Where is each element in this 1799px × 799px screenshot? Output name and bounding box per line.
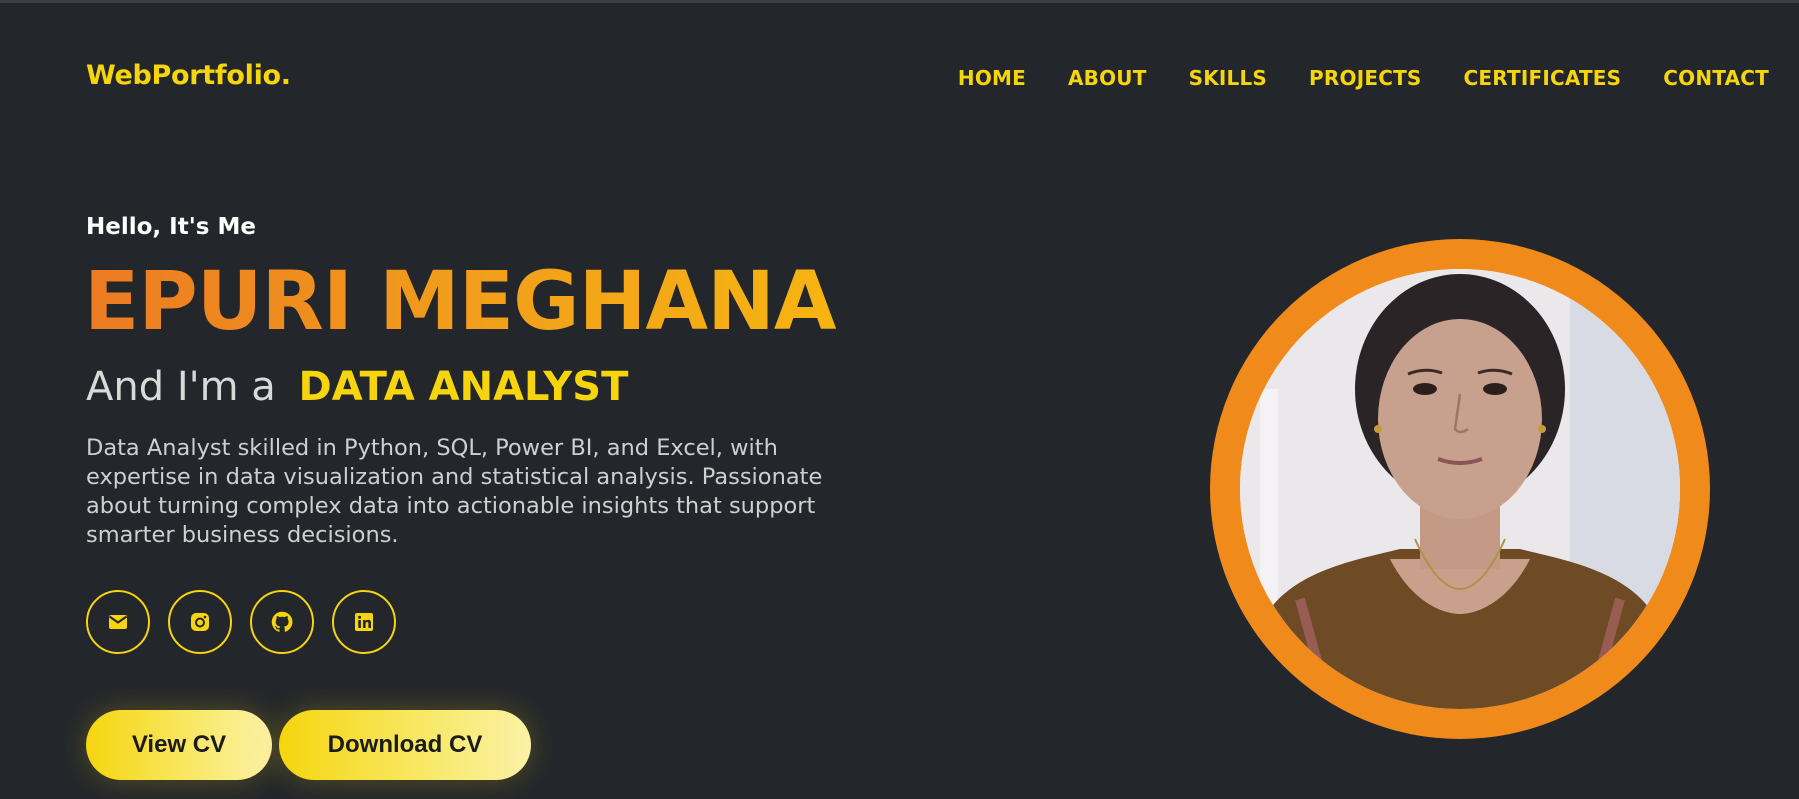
linkedin-icon xyxy=(355,613,373,631)
view-cv-button[interactable]: View CV xyxy=(86,710,272,780)
nav-projects[interactable]: PROJECTS xyxy=(1309,66,1422,90)
hero-name: EPURI MEGHANA xyxy=(84,255,837,349)
profile-photo-frame xyxy=(1210,239,1710,739)
download-cv-button[interactable]: Download CV xyxy=(279,710,531,780)
nav-about[interactable]: ABOUT xyxy=(1068,66,1147,90)
nav-skills[interactable]: SKILLS xyxy=(1189,66,1267,90)
mail-icon xyxy=(108,615,128,629)
profile-photo xyxy=(1240,269,1680,709)
nav-certificates[interactable]: CERTIFICATES xyxy=(1464,66,1622,90)
nav-home[interactable]: HOME xyxy=(958,66,1026,90)
top-border xyxy=(0,0,1799,3)
hero-description: Data Analyst skilled in Python, SQL, Pow… xyxy=(86,435,823,548)
linkedin-link[interactable] xyxy=(332,590,396,654)
instagram-link[interactable] xyxy=(168,590,232,654)
role-prefix: And I'm a xyxy=(86,364,276,410)
main-nav: HOME ABOUT SKILLS PROJECTS CERTIFICATES … xyxy=(916,66,1769,90)
email-link[interactable] xyxy=(86,590,150,654)
profile-photo-illustration xyxy=(1240,269,1680,709)
github-link[interactable] xyxy=(250,590,314,654)
hero-role-line: And I'm a DATA ANALYST xyxy=(86,364,628,410)
role-title: DATA ANALYST xyxy=(298,364,629,410)
social-links xyxy=(86,590,414,654)
site-logo[interactable]: WebPortfolio. xyxy=(86,60,291,91)
hero-greeting: Hello, It's Me xyxy=(86,214,256,240)
github-icon xyxy=(271,611,293,632)
nav-contact[interactable]: CONTACT xyxy=(1663,66,1769,90)
instagram-icon xyxy=(191,613,209,631)
